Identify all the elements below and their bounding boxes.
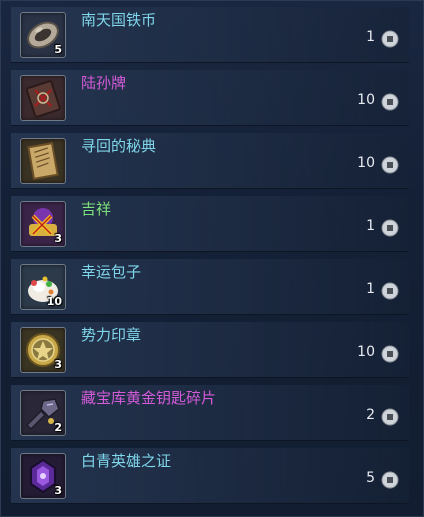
reward-item-list: 5 南天国铁币 1 陆孙牌 10 寻回的秘典 10 3 吉祥 1 10 幸运包子…	[0, 0, 424, 517]
item-quantity: 1	[366, 218, 375, 234]
lucky-charm-icon[interactable]: 3	[20, 201, 66, 247]
currency-coin-icon	[381, 93, 399, 111]
item-name: 幸运包子	[81, 263, 142, 281]
stack-count: 10	[46, 295, 62, 308]
item-name: 势力印章	[81, 326, 142, 344]
item-name: 陆孙牌	[81, 74, 127, 92]
currency-coin-icon	[381, 156, 399, 174]
key-fragment-icon[interactable]: 2	[20, 390, 66, 436]
item-quantity: 1	[366, 29, 375, 45]
stack-count: 3	[54, 484, 62, 497]
item-quantity: 10	[357, 92, 375, 108]
red-seal-tablet-icon[interactable]	[20, 75, 66, 121]
item-row[interactable]: 陆孙牌 10	[11, 70, 409, 126]
item-row[interactable]: 3 势力印章 10	[11, 322, 409, 378]
item-row[interactable]: 10 幸运包子 1	[11, 259, 409, 315]
item-quantity: 5	[366, 470, 375, 486]
item-name: 寻回的秘典	[81, 137, 157, 155]
item-quantity: 1	[366, 281, 375, 297]
item-row[interactable]: 3 白青英雄之证 5	[11, 448, 409, 504]
item-row[interactable]: 寻回的秘典 10	[11, 133, 409, 189]
stack-count: 3	[54, 358, 62, 371]
faction-seal-icon[interactable]: 3	[20, 327, 66, 373]
hero-proof-icon[interactable]: 3	[20, 453, 66, 499]
currency-coin-icon	[381, 219, 399, 237]
item-name: 吉祥	[81, 200, 112, 218]
coin-medal-icon[interactable]: 5	[20, 12, 66, 58]
stack-count: 2	[54, 421, 62, 434]
currency-coin-icon	[381, 345, 399, 363]
stack-count: 5	[54, 43, 62, 56]
steamed-bun-icon[interactable]: 10	[20, 264, 66, 310]
item-name: 南天国铁币	[81, 11, 157, 29]
stack-count: 3	[54, 232, 62, 245]
item-quantity: 10	[357, 344, 375, 360]
currency-coin-icon	[381, 471, 399, 489]
currency-coin-icon	[381, 408, 399, 426]
item-name: 白青英雄之证	[81, 452, 172, 470]
item-row[interactable]: 5 南天国铁币 1	[11, 7, 409, 63]
item-name: 藏宝库黄金钥匙碎片	[81, 389, 217, 407]
currency-coin-icon	[381, 282, 399, 300]
item-quantity: 2	[366, 407, 375, 423]
item-quantity: 10	[357, 155, 375, 171]
old-book-icon[interactable]	[20, 138, 66, 184]
item-row[interactable]: 3 吉祥 1	[11, 196, 409, 252]
currency-coin-icon	[381, 30, 399, 48]
item-row[interactable]: 2 藏宝库黄金钥匙碎片 2	[11, 385, 409, 441]
